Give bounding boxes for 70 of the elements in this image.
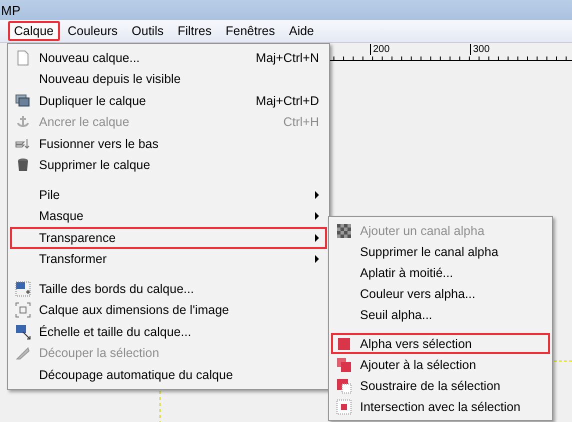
menu-bar-item[interactable]: Filtres	[172, 21, 218, 41]
scale-icon	[15, 324, 31, 340]
menu-item[interactable]: Transparence	[10, 227, 327, 248]
menu-bar-item[interactable]: Couleurs	[62, 21, 124, 41]
shortcut: Ctrl+H	[283, 115, 319, 130]
selection-intersect-icon	[336, 398, 352, 414]
menu-item[interactable]: Masque	[10, 206, 327, 227]
menu-item-label: Ajouter à la sélection	[360, 358, 478, 372]
knife-icon	[15, 345, 31, 362]
shortcut: Maj+Ctrl+D	[256, 94, 319, 108]
layers-icon	[15, 92, 31, 109]
menu-item-label: Dupliquer le calque	[39, 94, 148, 108]
menu-bar-item[interactable]: Outils	[126, 21, 170, 41]
menu-item[interactable]: Échelle et taille du calque...	[10, 321, 327, 342]
menu-item-label: Transparence	[39, 230, 117, 245]
ruler-label: 300	[470, 44, 490, 55]
menu-item-label: Calque aux dimensions de l'image	[39, 303, 230, 318]
menu-item-label: Ancrer le calque	[39, 115, 130, 130]
checkerboard-icon	[336, 222, 352, 238]
menu-item-label: Seuil alpha...	[360, 308, 434, 322]
menu-item-label: Intersection avec la sélection	[360, 400, 522, 414]
menu-item[interactable]: Couleur vers alpha...	[331, 283, 550, 304]
menu-item[interactable]: Intersection avec la sélection	[331, 396, 550, 417]
menu-item-label: Soustraire de la sélection	[360, 378, 502, 392]
menu-item[interactable]: Ajouter à la sélection	[331, 354, 550, 375]
menu-bar-item[interactable]: Aide	[282, 21, 320, 41]
shortcut: Maj+Ctrl+N	[256, 50, 319, 65]
menu-item[interactable]: Alpha vers sélection	[331, 333, 550, 354]
menu-item-label: Nouveau calque...	[39, 50, 141, 65]
menu-item-label: Transformer	[39, 252, 108, 266]
menu-bar-item[interactable]: Calque	[8, 21, 60, 41]
menu-item[interactable]: Fusionner vers le bas	[10, 133, 327, 154]
menu-item[interactable]: Supprimer le calque	[10, 154, 327, 176]
menu-item-label: Fusionner vers le bas	[39, 136, 160, 151]
menu-item-label: Couleur vers alpha...	[360, 286, 476, 300]
menu-bar-item[interactable]: Fenêtres	[220, 21, 281, 41]
window-title: MP	[1, 2, 20, 18]
selection-outline	[554, 360, 572, 362]
border-size-icon	[15, 280, 31, 297]
trash-icon	[15, 157, 31, 174]
menu-item-label: Alpha vers sélection	[360, 336, 473, 350]
menu-item-label: Masque	[39, 209, 84, 224]
menu-item-label: Supprimer le canal alpha	[360, 244, 500, 258]
menu-item[interactable]: Dupliquer le calque Maj+Ctrl+D	[10, 90, 327, 112]
selection-icon	[336, 336, 352, 352]
ruler-label: 200	[370, 44, 390, 55]
selection-subtract-icon	[336, 378, 352, 394]
menu-item-label: Échelle et taille du calque...	[39, 324, 192, 339]
menu-item[interactable]: Pile	[10, 184, 327, 206]
menu-item[interactable]: Aplatir à moitié...	[331, 262, 550, 283]
menu-item-label: Aplatir à moitié...	[360, 266, 454, 280]
menu-item-label: Pile	[39, 188, 61, 202]
menu-item-label: Nouveau depuis le visible	[39, 72, 182, 86]
menu-item[interactable]: Calque aux dimensions de l'image	[10, 300, 327, 321]
page-icon	[15, 50, 31, 66]
menu-item[interactable]: Soustraire de la sélection	[331, 375, 550, 396]
menu-item[interactable]: Nouveau depuis le visible	[10, 68, 327, 90]
menu-item[interactable]: Supprimer le canal alpha	[331, 241, 550, 262]
menu-item[interactable]: Transformer	[10, 248, 327, 270]
menu-item-label: Découpage automatique du calque	[39, 368, 234, 382]
menu-item[interactable]: Taille des bords du calque...	[10, 278, 327, 300]
fit-image-icon	[15, 302, 31, 318]
menu-item-label: Découper la sélection	[39, 346, 160, 360]
menu-item[interactable]: Seuil alpha...	[331, 304, 550, 325]
menu-item[interactable]: Découpage automatique du calque	[10, 364, 327, 386]
menu-item-label: Taille des bords du calque...	[39, 282, 195, 296]
menu-item-label: Ajouter un canal alpha	[360, 224, 486, 238]
selection-add-icon	[336, 356, 352, 372]
menu-item[interactable]: Nouveau calque... Maj+Ctrl+N	[10, 47, 327, 68]
menu-item-label: Supprimer le calque	[39, 158, 152, 172]
